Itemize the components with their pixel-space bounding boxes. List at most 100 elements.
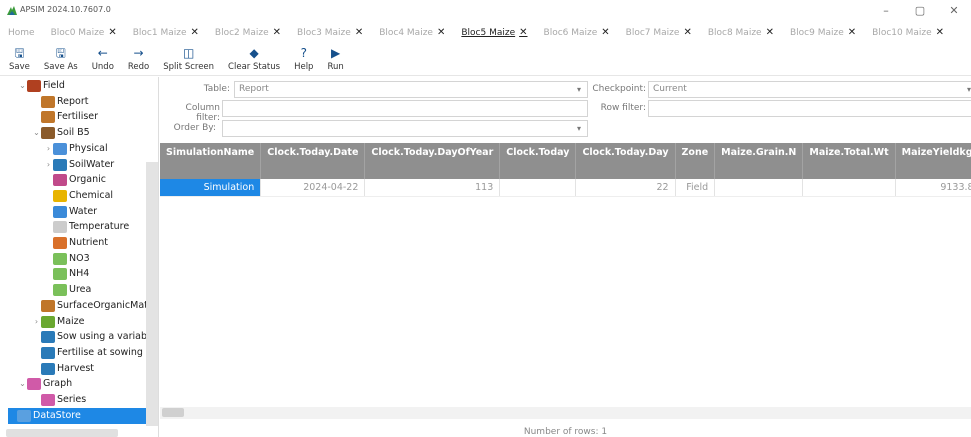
tree-node-label: Temperature [69, 221, 130, 233]
help-button[interactable]: ? Help [287, 44, 320, 76]
tree-node-physical[interactable]: › Physical [44, 141, 108, 157]
tree-vertical-scrollbar[interactable] [146, 162, 158, 426]
run-button[interactable]: ▶ Run [320, 44, 350, 76]
title-bar: APSIM 2024.10.7607.0 – ▢ ✕ [0, 0, 971, 22]
tree-node-urea[interactable]: Urea [44, 282, 91, 298]
tree-node-sow-using-a-variable[interactable]: Sow using a variable [32, 329, 155, 345]
tree-node-organic[interactable]: Organic [44, 172, 106, 188]
tree-node-harvest[interactable]: Harvest [32, 361, 94, 377]
table-cell[interactable]: 22 [575, 179, 676, 197]
close-tab-icon[interactable]: ✕ [936, 27, 944, 38]
tree-node-label: Fertilise at sowing [57, 346, 143, 358]
close-window-button[interactable]: ✕ [937, 0, 971, 22]
tab-bloc0-maize[interactable]: Bloc0 Maize ✕ [43, 23, 125, 43]
undo-button[interactable]: ← Undo [85, 44, 121, 76]
table-cell[interactable] [802, 179, 896, 197]
tree-node-series[interactable]: Series [32, 392, 86, 408]
tab-bloc7-maize[interactable]: Bloc7 Maize ✕ [618, 23, 700, 43]
simulation-tree: ⌄ Field Report Fertiliser ⌄ Soil B5 › Physical ›… [0, 77, 159, 437]
temperature-icon [53, 221, 67, 234]
close-tab-icon[interactable]: ✕ [519, 27, 527, 38]
order-by-select[interactable]: ▾ [222, 120, 588, 137]
maximize-button[interactable]: ▢ [903, 0, 937, 22]
checkpoint-select[interactable]: Current ▾ [648, 81, 971, 98]
column-header[interactable]: MaizeYieldkgha [895, 143, 971, 179]
tree-node-no3[interactable]: NO3 [44, 251, 90, 267]
column-header[interactable]: Maize.Grain.N [714, 143, 804, 179]
tree-node-soil-b5[interactable]: ⌄ Soil B5 [32, 125, 90, 141]
close-tab-icon[interactable]: ✕ [766, 27, 774, 38]
tab-home[interactable]: Home [0, 23, 43, 43]
column-header[interactable]: Clock.Today.Day [575, 143, 676, 179]
row-filter-input[interactable] [648, 100, 971, 117]
close-tab-icon[interactable]: ✕ [848, 27, 856, 38]
tab-label: Bloc9 Maize [789, 28, 844, 38]
table-cell[interactable]: Simulation [160, 179, 262, 197]
close-tab-icon[interactable]: ✕ [355, 27, 363, 38]
minimize-button[interactable]: – [869, 0, 903, 22]
tree-node-nh4[interactable]: NH4 [44, 266, 89, 282]
column-header[interactable]: SimulationName [160, 143, 262, 179]
redo-button[interactable]: → Redo [121, 44, 156, 76]
collapse-chevron-icon[interactable]: ⌄ [18, 78, 27, 94]
tree-node-surfaceorganicmatte[interactable]: SurfaceOrganicMatte [32, 298, 157, 314]
tree-node-water[interactable]: Water [44, 204, 97, 220]
close-tab-icon[interactable]: ✕ [683, 27, 691, 38]
close-tab-icon[interactable]: ✕ [191, 27, 199, 38]
column-header[interactable]: Clock.Today [499, 143, 577, 179]
tree-horizontal-scrollbar[interactable] [6, 429, 118, 437]
clear-status-button[interactable]: ◆ Clear Status [221, 44, 287, 76]
close-tab-icon[interactable]: ✕ [108, 27, 116, 38]
scrollbar-thumb[interactable] [162, 408, 184, 417]
tab-bloc10-maize[interactable]: Bloc10 Maize ✕ [864, 23, 952, 43]
table-select[interactable]: Report ▾ [234, 81, 588, 98]
tree-node-maize[interactable]: › Maize [32, 314, 85, 330]
tab-bloc8-maize[interactable]: Bloc8 Maize ✕ [700, 23, 782, 43]
save-as-button[interactable]: 🖫 Save As [37, 44, 85, 76]
graph-icon [27, 378, 41, 391]
expand-chevron-icon[interactable]: › [44, 141, 53, 157]
expand-chevron-icon[interactable]: › [44, 157, 53, 173]
series-icon [41, 394, 55, 406]
tree-node-field[interactable]: ⌄ Field [18, 78, 65, 94]
tree-node-fertilise-at-sowing[interactable]: Fertilise at sowing [32, 345, 143, 361]
tab-bloc9-maize[interactable]: Bloc9 Maize ✕ [782, 23, 864, 43]
tree-node-datastore[interactable]: DataStore [8, 407, 152, 424]
tab-bloc6-maize[interactable]: Bloc6 Maize ✕ [536, 23, 618, 43]
table-cell[interactable]: 113 [364, 179, 501, 197]
tab-bloc3-maize[interactable]: Bloc3 Maize ✕ [289, 23, 371, 43]
tree-node-label: Series [57, 394, 87, 405]
collapse-chevron-icon[interactable]: ⌄ [18, 376, 27, 392]
expand-chevron-icon[interactable]: › [32, 314, 41, 330]
close-tab-icon[interactable]: ✕ [273, 27, 281, 38]
tab-bloc1-maize[interactable]: Bloc1 Maize ✕ [125, 23, 207, 43]
tree-node-temperature[interactable]: Temperature [44, 219, 129, 235]
tree-node-fertiliser[interactable]: Fertiliser [32, 109, 98, 125]
save-button[interactable]: 🖫 Save [2, 44, 37, 76]
column-header[interactable]: Clock.Today.Date [260, 143, 366, 179]
column-filter-input[interactable] [222, 100, 588, 117]
tab-bloc5-maize[interactable]: Bloc5 Maize ✕ [453, 23, 535, 43]
close-tab-icon[interactable]: ✕ [601, 27, 609, 38]
tree-node-nutrient[interactable]: Nutrient [44, 235, 108, 251]
split-screen-button[interactable]: ◫ Split Screen [156, 44, 221, 76]
collapse-chevron-icon[interactable]: ⌄ [32, 125, 41, 141]
tree-node-chemical[interactable]: Chemical [44, 188, 113, 204]
table-cell[interactable]: 9133.885 [895, 179, 971, 197]
close-tab-icon[interactable]: ✕ [437, 27, 445, 38]
tab-bloc2-maize[interactable]: Bloc2 Maize ✕ [207, 23, 289, 43]
table-row[interactable]: Simulation2024-04-22113 22Field 9133.885 [160, 179, 971, 197]
column-header[interactable]: Zone [675, 143, 716, 179]
table-cell[interactable] [714, 179, 804, 197]
tree-node-soilwater[interactable]: › SoilWater [44, 157, 114, 173]
table-cell[interactable]: 2024-04-22 [260, 179, 366, 197]
grid-horizontal-scrollbar[interactable] [160, 407, 971, 419]
table-cell[interactable] [499, 179, 577, 197]
column-header[interactable]: Maize.Total.Wt [802, 143, 896, 179]
tree-node-graph[interactable]: ⌄ Graph [18, 376, 72, 392]
tree-node-report[interactable]: Report [32, 94, 89, 110]
column-header[interactable]: Clock.Today.DayOfYear [364, 143, 501, 179]
data-grid[interactable]: SimulationName Clock.Today.Date Clock.Toda… [160, 143, 971, 423]
tab-bloc4-maize[interactable]: Bloc4 Maize ✕ [371, 23, 453, 43]
table-cell[interactable]: Field [675, 179, 716, 197]
